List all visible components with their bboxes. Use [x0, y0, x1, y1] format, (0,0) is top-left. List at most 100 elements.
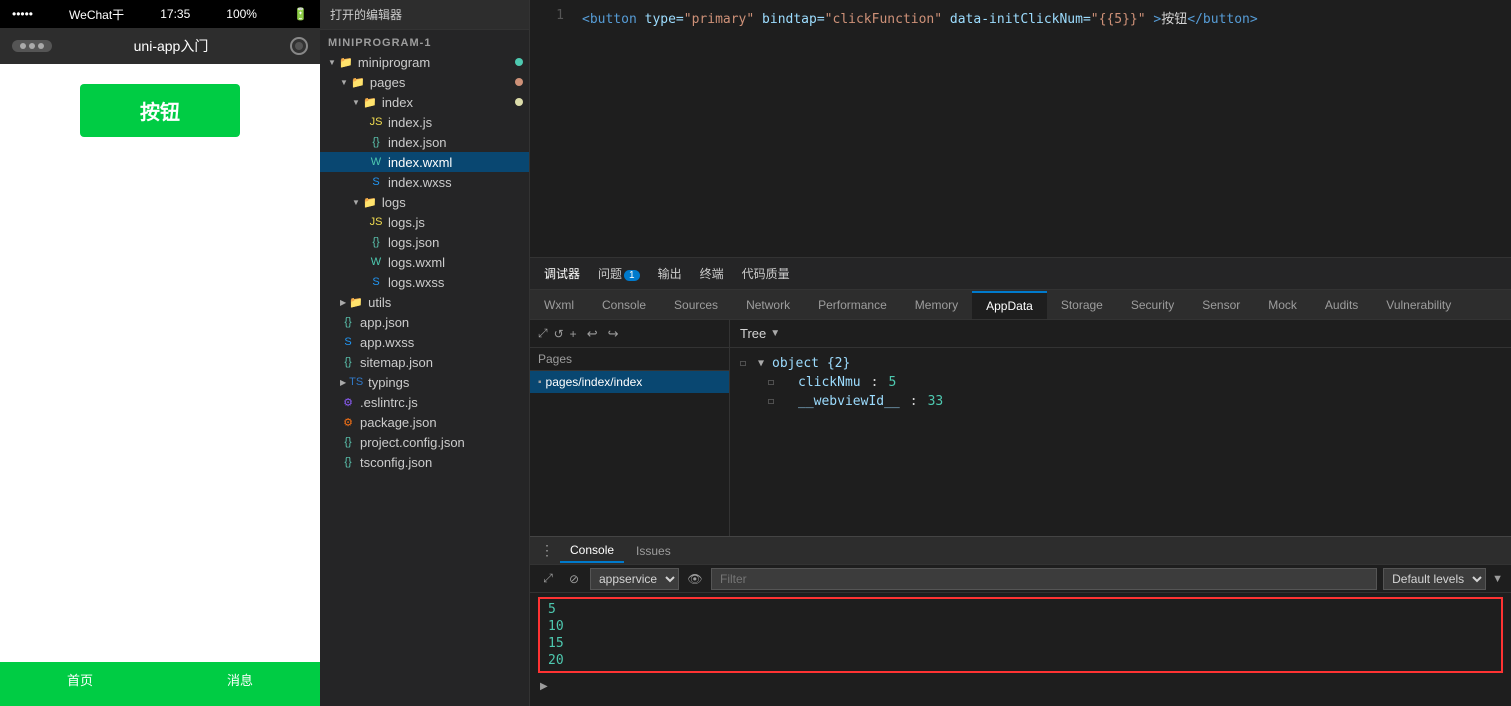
page-item[interactable]: ▪ pages/index/index — [530, 371, 729, 393]
file-item-app-wxss[interactable]: S app.wxss — [320, 332, 529, 352]
tab-sensor[interactable]: Sensor — [1188, 292, 1254, 318]
tab-storage[interactable]: Storage — [1047, 292, 1117, 318]
expand-icon[interactable]: ⤢ — [538, 326, 548, 341]
console-value-15: 15 — [540, 635, 1501, 652]
console-tabs: ⋮ Console Issues — [530, 537, 1511, 565]
data-clicknmu-row: ☐ clickNmu : 5 — [740, 373, 1501, 392]
console-toolbar: ⤢ ⊘ appservice 👁 Default levels ▼ — [530, 565, 1511, 593]
file-item-index[interactable]: ▼ 📁 index — [320, 92, 529, 112]
file-item-index-wxss[interactable]: S index.wxss — [320, 172, 529, 192]
tab-vulnerability[interactable]: Vulnerability — [1372, 292, 1465, 318]
refresh-icon[interactable]: ↺ — [554, 327, 564, 341]
folder-icon: 📁 — [348, 294, 364, 310]
eslint-icon: ⚙ — [340, 394, 356, 410]
nav-item-home[interactable]: 首页 — [67, 670, 93, 698]
tab-mock[interactable]: Mock — [1254, 292, 1311, 318]
phone-menu-dots[interactable] — [12, 40, 52, 52]
data-val-webviewid: 33 — [928, 394, 944, 409]
colon: : — [871, 375, 879, 390]
devtools-left-panel: ⤢ ↺ + ↩ ↪ Pages ▪ pages/index/index — [530, 320, 730, 536]
code-attr-type: type= — [645, 12, 684, 27]
file-name: .eslintrc.js — [360, 395, 418, 410]
tab-network[interactable]: Network — [732, 292, 804, 318]
file-item-tsconfig[interactable]: {} tsconfig.json — [320, 452, 529, 472]
console-prompt[interactable]: ▶ — [530, 677, 1511, 696]
file-item-index-wxml[interactable]: W index.wxml — [320, 152, 529, 172]
redo-icon[interactable]: ↪ — [604, 324, 623, 344]
console-eye-icon[interactable]: 👁 — [685, 569, 705, 589]
phone-record-icon[interactable] — [290, 37, 308, 55]
console-block-icon[interactable]: ⊘ — [564, 569, 584, 589]
data-object-row: ☐ ▼ object {2} — [740, 354, 1501, 373]
console-value-5: 5 — [540, 601, 1501, 618]
folder-icon: 📁 — [350, 74, 366, 90]
file-item-logs-wxml[interactable]: W logs.wxml — [320, 252, 529, 272]
colon: : — [910, 394, 918, 409]
tab-audits[interactable]: Audits — [1311, 292, 1372, 318]
checkbox-icon: ☐ — [768, 396, 780, 407]
tab-top-issues[interactable]: 问题1 — [594, 263, 644, 284]
ts-folder-icon: TS — [348, 374, 364, 390]
file-item-project-config[interactable]: {} project.config.json — [320, 432, 529, 452]
tab-sources[interactable]: Sources — [660, 292, 732, 318]
data-webviewid-row: ☐ __webviewId__ : 33 — [740, 392, 1501, 411]
tab-top-debugger[interactable]: 调试器 — [540, 263, 584, 284]
tab-performance[interactable]: Performance — [804, 292, 901, 318]
expand-triangle[interactable]: ▼ — [758, 358, 764, 369]
tree-dropdown[interactable]: Tree ▼ — [740, 326, 780, 341]
json-file-icon: {} — [340, 454, 356, 470]
tab-top-codequality[interactable]: 代码质量 — [738, 263, 794, 284]
file-item-logs[interactable]: ▼ 📁 logs — [320, 192, 529, 212]
file-tree: MINIPROGRAM-1 ▼ 📁 miniprogram ▼ 📁 pages … — [320, 30, 529, 476]
phone-status-bar: ••••• WeChat干 17:35 100% 🔋 — [0, 0, 320, 28]
tab-console[interactable]: Console — [588, 292, 660, 318]
file-name: index.js — [388, 115, 432, 130]
console-value-10: 10 — [540, 618, 1501, 635]
project-label: MINIPROGRAM-1 — [320, 34, 529, 52]
console-expand-icon[interactable]: ⤢ — [538, 569, 558, 589]
file-item-miniprogram[interactable]: ▼ 📁 miniprogram — [320, 52, 529, 72]
code-attr-bindtap-val: "clickFunction" — [825, 12, 942, 27]
nav-item-messages[interactable]: 消息 — [227, 670, 253, 698]
code-attr-bindtap: bindtap= — [762, 12, 825, 27]
console-tab-issues[interactable]: Issues — [626, 540, 681, 562]
phone-button[interactable]: 按钮 — [80, 84, 240, 137]
code-content[interactable]: <button type="primary" bindtap="clickFun… — [570, 0, 1511, 257]
open-editors-label: 打开的编辑器 — [330, 6, 402, 23]
file-item-typings[interactable]: ▶ TS typings — [320, 372, 529, 392]
file-item-package-json[interactable]: ⚙ package.json — [320, 412, 529, 432]
file-name: logs — [382, 195, 406, 210]
file-item-pages[interactable]: ▼ 📁 pages — [320, 72, 529, 92]
devtools-content: ⤢ ↺ + ↩ ↪ Pages ▪ pages/index/index — [530, 320, 1511, 536]
file-item-index-json[interactable]: {} index.json — [320, 132, 529, 152]
file-item-logs-js[interactable]: JS logs.js — [320, 212, 529, 232]
file-panel: 打开的编辑器 MINIPROGRAM-1 ▼ 📁 miniprogram ▼ 📁… — [320, 0, 530, 706]
three-dots-menu[interactable]: ⋮ — [536, 538, 558, 563]
file-item-eslint[interactable]: ⚙ .eslintrc.js — [320, 392, 529, 412]
data-val-clicknmu: 5 — [888, 375, 896, 390]
phone-time: 17:35 — [160, 7, 190, 21]
phone-battery: 100% — [226, 7, 257, 21]
tab-appdata[interactable]: AppData — [972, 291, 1047, 319]
file-item-index-js[interactable]: JS index.js — [320, 112, 529, 132]
undo-icon[interactable]: ↩ — [583, 324, 602, 344]
tab-memory[interactable]: Memory — [901, 292, 972, 318]
console-filter-input[interactable] — [711, 568, 1377, 590]
phone-title-bar: uni-app入门 — [0, 28, 320, 64]
file-item-logs-wxss[interactable]: S logs.wxss — [320, 272, 529, 292]
tab-top-terminal[interactable]: 终端 — [696, 263, 728, 284]
file-item-logs-json[interactable]: {} logs.json — [320, 232, 529, 252]
console-levels-select[interactable]: Default levels — [1383, 568, 1486, 590]
file-item-utils[interactable]: ▶ 📁 utils — [320, 292, 529, 312]
add-left-icon[interactable]: + — [570, 327, 577, 341]
file-item-app-json[interactable]: {} app.json — [320, 312, 529, 332]
file-name: index — [382, 95, 413, 110]
console-tab-console[interactable]: Console — [560, 539, 624, 563]
file-name: package.json — [360, 415, 437, 430]
tab-wxml[interactable]: Wxml — [530, 292, 588, 318]
tab-security[interactable]: Security — [1117, 292, 1188, 318]
file-item-sitemap-json[interactable]: {} sitemap.json — [320, 352, 529, 372]
tab-top-output[interactable]: 输出 — [654, 263, 686, 284]
console-service-select[interactable]: appservice — [590, 568, 679, 590]
console-values-box: 5 10 15 20 — [538, 597, 1503, 673]
